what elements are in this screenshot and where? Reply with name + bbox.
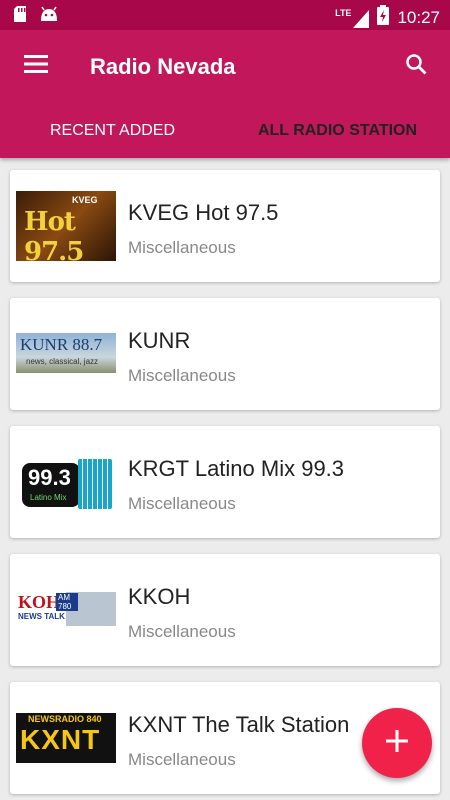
station-logo-kxnt: NEWSRADIO 840 KXNT [16, 713, 116, 763]
station-list[interactable]: Hot 97.5 KVEG KVEG Hot 97.5 Miscellaneou… [0, 158, 450, 800]
menu-button[interactable] [16, 48, 56, 84]
logo-sub: Latino Mix [30, 493, 67, 502]
plus-icon [386, 729, 408, 757]
android-icon [40, 6, 58, 27]
logo-text: KUNR 88.7 [20, 335, 103, 354]
station-card[interactable]: 99.3 Latino Mix KRGT Latino Mix 99.3 Mis… [10, 426, 440, 538]
logo-text: KXNT [20, 724, 101, 755]
clock: 10:27 [397, 7, 440, 27]
station-logo-kunr: KUNR 88.7 news, classical, jazz [16, 333, 116, 373]
search-icon [405, 53, 427, 80]
logo-sub: KVEG [72, 195, 98, 205]
logo-sub: NEWSRADIO 840 [28, 714, 102, 724]
logo-text: 99.3 [28, 465, 71, 490]
status-bar: LTE 10:27 [0, 0, 450, 30]
station-logo-krgt: 99.3 Latino Mix [16, 447, 116, 517]
equalizer-graphic [78, 459, 112, 509]
station-category: Miscellaneous [128, 750, 236, 769]
hamburger-icon [24, 54, 48, 78]
logo-sub: NEWS TALK [18, 612, 65, 621]
station-logo-kkoh: KOH AM 780 NEWS TALK [16, 592, 116, 626]
logo-text: KOH [18, 592, 61, 612]
app-bar: Radio Nevada RECENT ADDED ALL RADIO STAT… [0, 30, 450, 158]
sd-card-icon [14, 6, 28, 27]
add-station-button[interactable] [362, 708, 432, 778]
app-title: Radio Nevada [90, 54, 236, 79]
station-category: Miscellaneous [128, 366, 236, 385]
network-type: LTE [335, 7, 352, 18]
station-name: KKOH [128, 584, 191, 609]
station-name: KRGT Latino Mix 99.3 [128, 456, 345, 481]
station-category: Miscellaneous [128, 494, 236, 513]
station-logo-kveg: Hot 97.5 KVEG [16, 191, 116, 261]
station-name: KXNT The Talk Station [128, 712, 350, 737]
logo-badge: AM 780 [56, 593, 78, 611]
lte-signal-icon: LTE [335, 7, 370, 28]
station-category: Miscellaneous [128, 238, 236, 257]
tab-recent-added[interactable]: RECENT ADDED [0, 104, 225, 158]
logo-text: Hot 97.5 [24, 207, 84, 261]
battery-charging-icon [377, 5, 390, 30]
station-card[interactable]: KOH AM 780 NEWS TALK KKOH Miscellaneous [10, 554, 440, 666]
station-name: KVEG Hot 97.5 [128, 200, 279, 225]
station-card[interactable]: KUNR 88.7 news, classical, jazz KUNR Mis… [10, 298, 440, 410]
station-card[interactable]: Hot 97.5 KVEG KVEG Hot 97.5 Miscellaneou… [10, 170, 440, 282]
search-button[interactable] [396, 48, 436, 84]
station-name: KUNR [128, 328, 191, 353]
tab-all-radio-station[interactable]: ALL RADIO STATION [225, 104, 450, 158]
station-category: Miscellaneous [128, 622, 236, 641]
logo-sub: news, classical, jazz [26, 357, 99, 366]
